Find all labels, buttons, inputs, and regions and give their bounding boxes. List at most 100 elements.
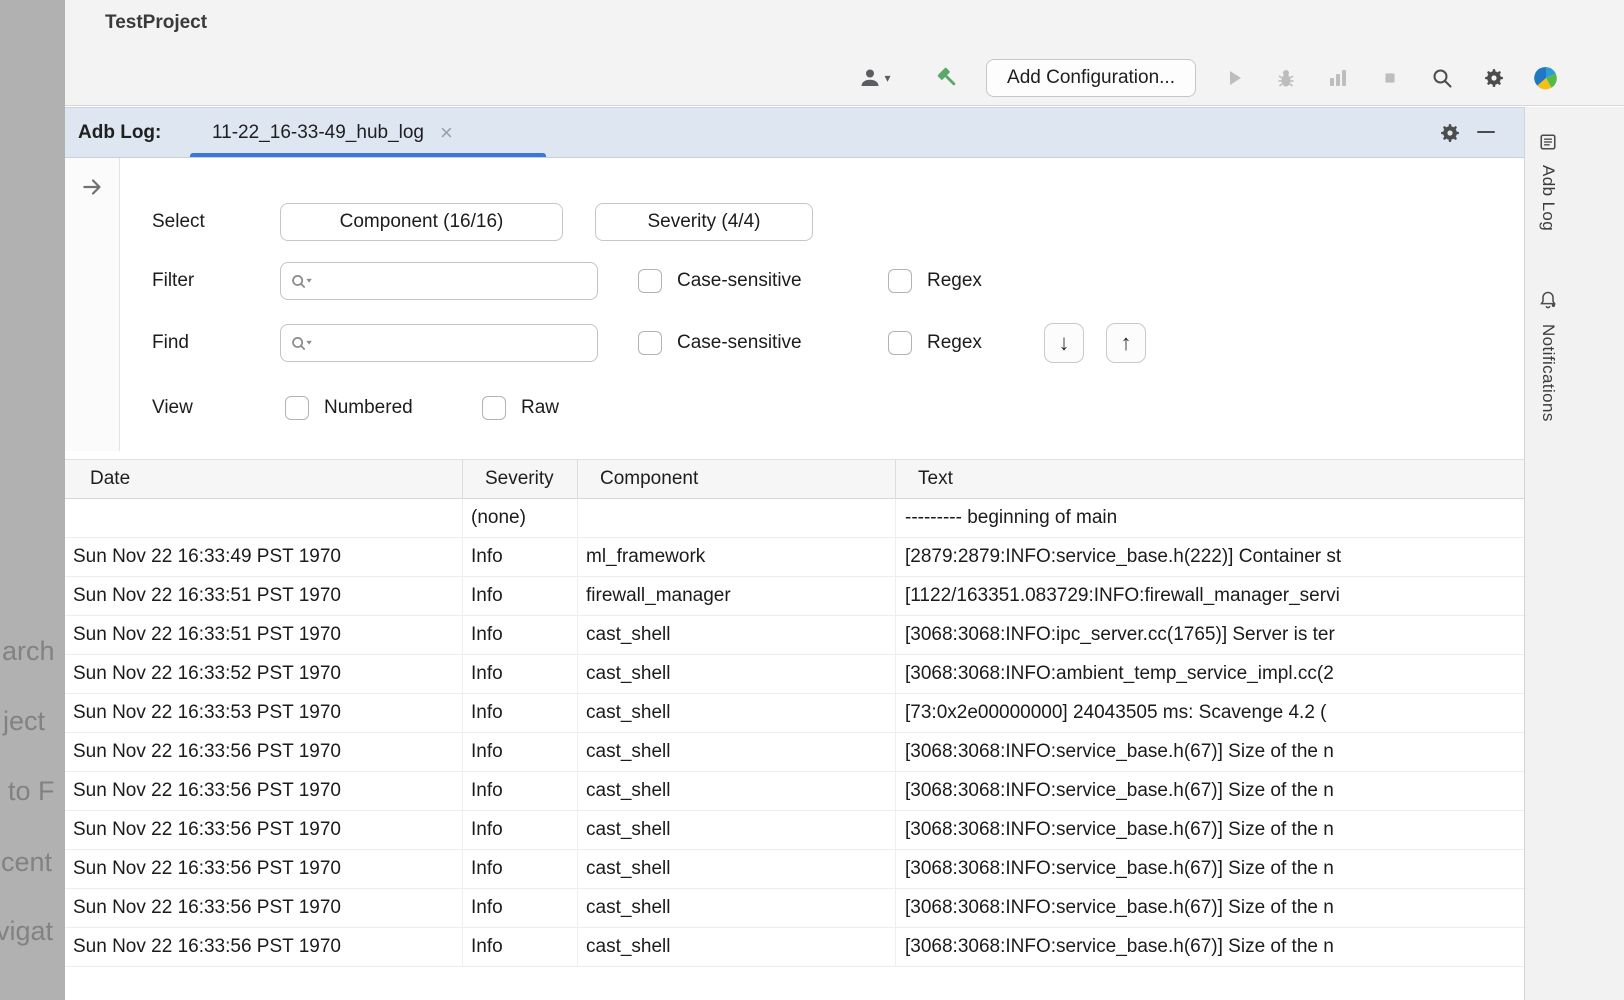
settings-gear-icon[interactable]: [1480, 64, 1508, 92]
search-icon[interactable]: [1428, 64, 1456, 92]
ide-logo-icon[interactable]: [1532, 64, 1560, 92]
filter-regex-checkbox[interactable]: Regex: [888, 262, 982, 300]
checkbox-box: [285, 396, 309, 420]
strip-tab-label: Notifications: [1538, 324, 1558, 422]
cell-component: cast_shell: [578, 850, 896, 888]
filter-field: [280, 262, 598, 300]
titlebar-actions: ▾ Add Configuration...: [852, 56, 1560, 100]
view-label: View: [152, 389, 193, 427]
column-header-date[interactable]: Date: [65, 460, 463, 498]
cell-date: Sun Nov 22 16:33:56 PST 1970: [65, 889, 463, 927]
cell-severity: Info: [463, 928, 578, 966]
cell-component: cast_shell: [578, 655, 896, 693]
column-header-severity[interactable]: Severity: [463, 460, 578, 498]
filter-input[interactable]: [314, 271, 597, 292]
checkbox-box: [638, 269, 662, 293]
stop-icon[interactable]: [1376, 64, 1404, 92]
cell-component: cast_shell: [578, 772, 896, 810]
expand-arrow-icon[interactable]: [80, 174, 106, 200]
table-row[interactable]: Sun Nov 22 16:33:51 PST 1970Infofirewall…: [65, 577, 1524, 616]
background-text-fragment: vigat: [0, 916, 53, 947]
cell-component: [578, 499, 896, 537]
strip-tab-notifications[interactable]: Notifications: [1527, 290, 1569, 422]
build-hammer-icon[interactable]: [934, 64, 962, 92]
cell-severity: Info: [463, 733, 578, 771]
cell-date: Sun Nov 22 16:33:51 PST 1970: [65, 616, 463, 654]
cell-severity: Info: [463, 694, 578, 732]
cell-date: Sun Nov 22 16:33:49 PST 1970: [65, 538, 463, 576]
view-numbered-checkbox[interactable]: Numbered: [285, 389, 413, 427]
cell-severity: Info: [463, 616, 578, 654]
run-icon[interactable]: [1220, 64, 1248, 92]
minimize-icon[interactable]: [1474, 120, 1498, 144]
find-input[interactable]: [314, 333, 597, 354]
cell-text: [1122/163351.083729:INFO:firewall_manage…: [896, 577, 1524, 615]
checkbox-label: Raw: [521, 397, 559, 419]
cell-date: Sun Nov 22 16:33:56 PST 1970: [65, 811, 463, 849]
tool-window-strip: Adb Log Notifications: [1524, 107, 1624, 1000]
background-text-fragment: cent: [1, 847, 52, 878]
table-row[interactable]: Sun Nov 22 16:33:53 PST 1970Infocast_she…: [65, 694, 1524, 733]
table-row[interactable]: Sun Nov 22 16:33:56 PST 1970Infocast_she…: [65, 889, 1524, 928]
checkbox-box: [482, 396, 506, 420]
table-row[interactable]: Sun Nov 22 16:33:56 PST 1970Infocast_she…: [65, 772, 1524, 811]
cell-component: cast_shell: [578, 733, 896, 771]
cell-text: [3068:3068:INFO:service_base.h(67)] Size…: [896, 889, 1524, 927]
cell-text: --------- beginning of main: [896, 499, 1524, 537]
checkbox-label: Regex: [927, 332, 982, 354]
adb-log-panel-body: Select Component (16/16) Severity (4/4) …: [65, 158, 1524, 1000]
table-row[interactable]: (none)--------- beginning of main: [65, 499, 1524, 538]
checkbox-box: [888, 331, 912, 355]
profiler-icon[interactable]: [1324, 64, 1352, 92]
find-case-sensitive-checkbox[interactable]: Case-sensitive: [638, 324, 802, 362]
cell-date: [65, 499, 463, 537]
filter-case-sensitive-checkbox[interactable]: Case-sensitive: [638, 262, 802, 300]
cell-severity: Info: [463, 811, 578, 849]
cell-component: firewall_manager: [578, 577, 896, 615]
log-file-tab[interactable]: 11-22_16-33-49_hub_log ×: [212, 108, 453, 157]
table-row[interactable]: Sun Nov 22 16:33:52 PST 1970Infocast_she…: [65, 655, 1524, 694]
strip-tab-adb-log[interactable]: Adb Log: [1527, 133, 1569, 231]
view-raw-checkbox[interactable]: Raw: [482, 389, 559, 427]
user-profile-button[interactable]: ▾: [852, 64, 896, 92]
cell-date: Sun Nov 22 16:33:53 PST 1970: [65, 694, 463, 732]
panel-title: Adb Log:: [78, 108, 161, 157]
find-previous-button[interactable]: ↑: [1106, 323, 1146, 363]
add-configuration-button[interactable]: Add Configuration...: [986, 59, 1196, 97]
debug-icon[interactable]: [1272, 64, 1300, 92]
ide-window: TestProject ▾ Add Configuration...: [65, 0, 1624, 1000]
checkbox-label: Case-sensitive: [677, 332, 802, 354]
minimize-dash: [1477, 131, 1495, 134]
close-icon[interactable]: ×: [440, 123, 453, 143]
panel-settings-gear-icon[interactable]: [1438, 121, 1462, 145]
cell-date: Sun Nov 22 16:33:56 PST 1970: [65, 850, 463, 888]
table-row[interactable]: Sun Nov 22 16:33:56 PST 1970Infocast_she…: [65, 733, 1524, 772]
cell-severity: Info: [463, 850, 578, 888]
cell-date: Sun Nov 22 16:33:56 PST 1970: [65, 733, 463, 771]
table-row[interactable]: Sun Nov 22 16:33:56 PST 1970Infocast_she…: [65, 928, 1524, 967]
bell-icon: [1538, 290, 1558, 315]
search-icon[interactable]: [290, 272, 314, 290]
column-header-text[interactable]: Text: [896, 460, 1524, 498]
table-row[interactable]: Sun Nov 22 16:33:56 PST 1970Infocast_she…: [65, 850, 1524, 889]
log-controls: Select Component (16/16) Severity (4/4) …: [65, 158, 1524, 459]
tab-label: 11-22_16-33-49_hub_log: [212, 122, 424, 144]
cell-severity: Info: [463, 577, 578, 615]
table-row[interactable]: Sun Nov 22 16:33:49 PST 1970Infoml_frame…: [65, 538, 1524, 577]
column-header-component[interactable]: Component: [578, 460, 896, 498]
search-icon[interactable]: [290, 334, 314, 352]
cell-date: Sun Nov 22 16:33:52 PST 1970: [65, 655, 463, 693]
tab-active-underline: [190, 153, 546, 157]
cell-component: cast_shell: [578, 889, 896, 927]
find-next-button[interactable]: ↓: [1044, 323, 1084, 363]
cell-component: cast_shell: [578, 616, 896, 654]
cell-severity: Info: [463, 772, 578, 810]
cell-text: [2879:2879:INFO:service_base.h(222)] Con…: [896, 538, 1524, 576]
cell-date: Sun Nov 22 16:33:51 PST 1970: [65, 577, 463, 615]
table-row[interactable]: Sun Nov 22 16:33:51 PST 1970Infocast_she…: [65, 616, 1524, 655]
table-row[interactable]: Sun Nov 22 16:33:56 PST 1970Infocast_she…: [65, 811, 1524, 850]
severity-filter-button[interactable]: Severity (4/4): [595, 203, 813, 241]
component-filter-button[interactable]: Component (16/16): [280, 203, 563, 241]
find-regex-checkbox[interactable]: Regex: [888, 324, 982, 362]
checkbox-label: Regex: [927, 270, 982, 292]
